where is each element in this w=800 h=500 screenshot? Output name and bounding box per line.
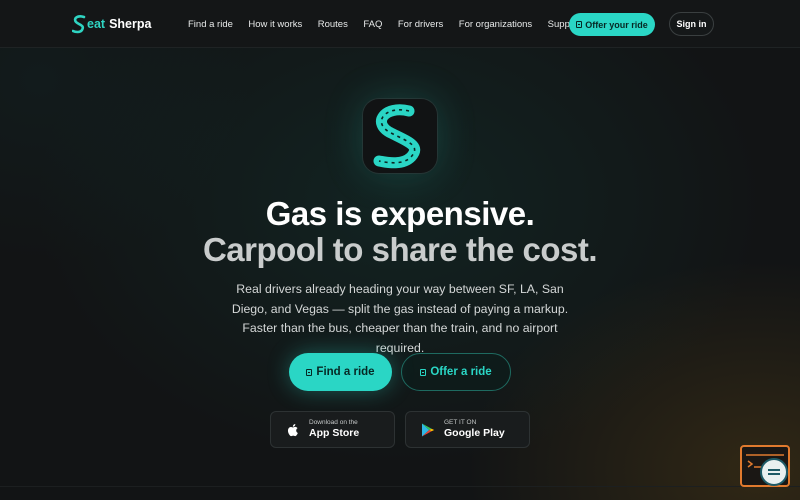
google-play-icon (422, 423, 435, 436)
google-play-text: GET IT ON Google Play (444, 419, 505, 440)
app-icon (363, 99, 437, 173)
brand-name-part1: eat (87, 17, 106, 31)
hero-title-line1: Gas is expensive. (265, 195, 535, 232)
nav-link-routes[interactable]: Routes (318, 19, 348, 30)
find-a-ride-button[interactable]: Find a ride (289, 353, 392, 391)
top-nav: eat Sherpa Find a ride How it works Rout… (0, 0, 800, 48)
brand-name-part2: Sherpa (109, 17, 152, 31)
car-icon (420, 368, 427, 376)
nav-link-for-drivers[interactable]: For drivers (398, 19, 443, 30)
google-play-button[interactable]: GET IT ON Google Play (405, 411, 530, 448)
sign-in-button[interactable]: Sign in (669, 12, 714, 36)
offer-your-ride-button[interactable]: Offer your ride (569, 13, 655, 36)
find-a-ride-label: Find a ride (316, 366, 375, 378)
offer-your-ride-label: Offer your ride (585, 19, 648, 30)
nav-links: Find a ride How it works Routes FAQ For … (188, 0, 596, 48)
app-store-big-label: App Store (309, 427, 360, 439)
road-s-logo-icon (72, 15, 86, 34)
agent-face-icon (768, 469, 780, 475)
nav-link-faq[interactable]: FAQ (363, 19, 382, 30)
support-avatar-icon[interactable] (760, 458, 788, 486)
google-play-big-label: Google Play (444, 427, 505, 439)
offer-a-ride-button[interactable]: Offer a ride (401, 353, 511, 391)
app-store-small-label: Download on the (309, 419, 358, 426)
apple-icon (287, 423, 298, 436)
road-s-app-icon (373, 104, 420, 169)
google-play-small-label: GET IT ON (444, 419, 477, 426)
car-icon (576, 21, 583, 28)
hero-title-line2: Carpool to share the cost. (202, 231, 598, 268)
app-store-button[interactable]: Download on the App Store (270, 411, 395, 448)
section-divider (0, 486, 800, 487)
nav-link-find-a-ride[interactable]: Find a ride (188, 19, 233, 30)
hero-subtitle: Real drivers already heading your way be… (231, 282, 569, 355)
hero-title: Gas is expensive. Carpool to share the c… (0, 196, 800, 268)
nav-link-for-organizations[interactable]: For organizations (459, 19, 532, 30)
offer-a-ride-label: Offer a ride (430, 366, 492, 378)
sign-in-label: Sign in (676, 19, 707, 29)
brand-logo[interactable]: eat Sherpa (72, 13, 151, 35)
search-car-icon (306, 368, 313, 376)
nav-link-how-it-works[interactable]: How it works (248, 19, 302, 30)
app-store-text: Download on the App Store (309, 419, 359, 440)
